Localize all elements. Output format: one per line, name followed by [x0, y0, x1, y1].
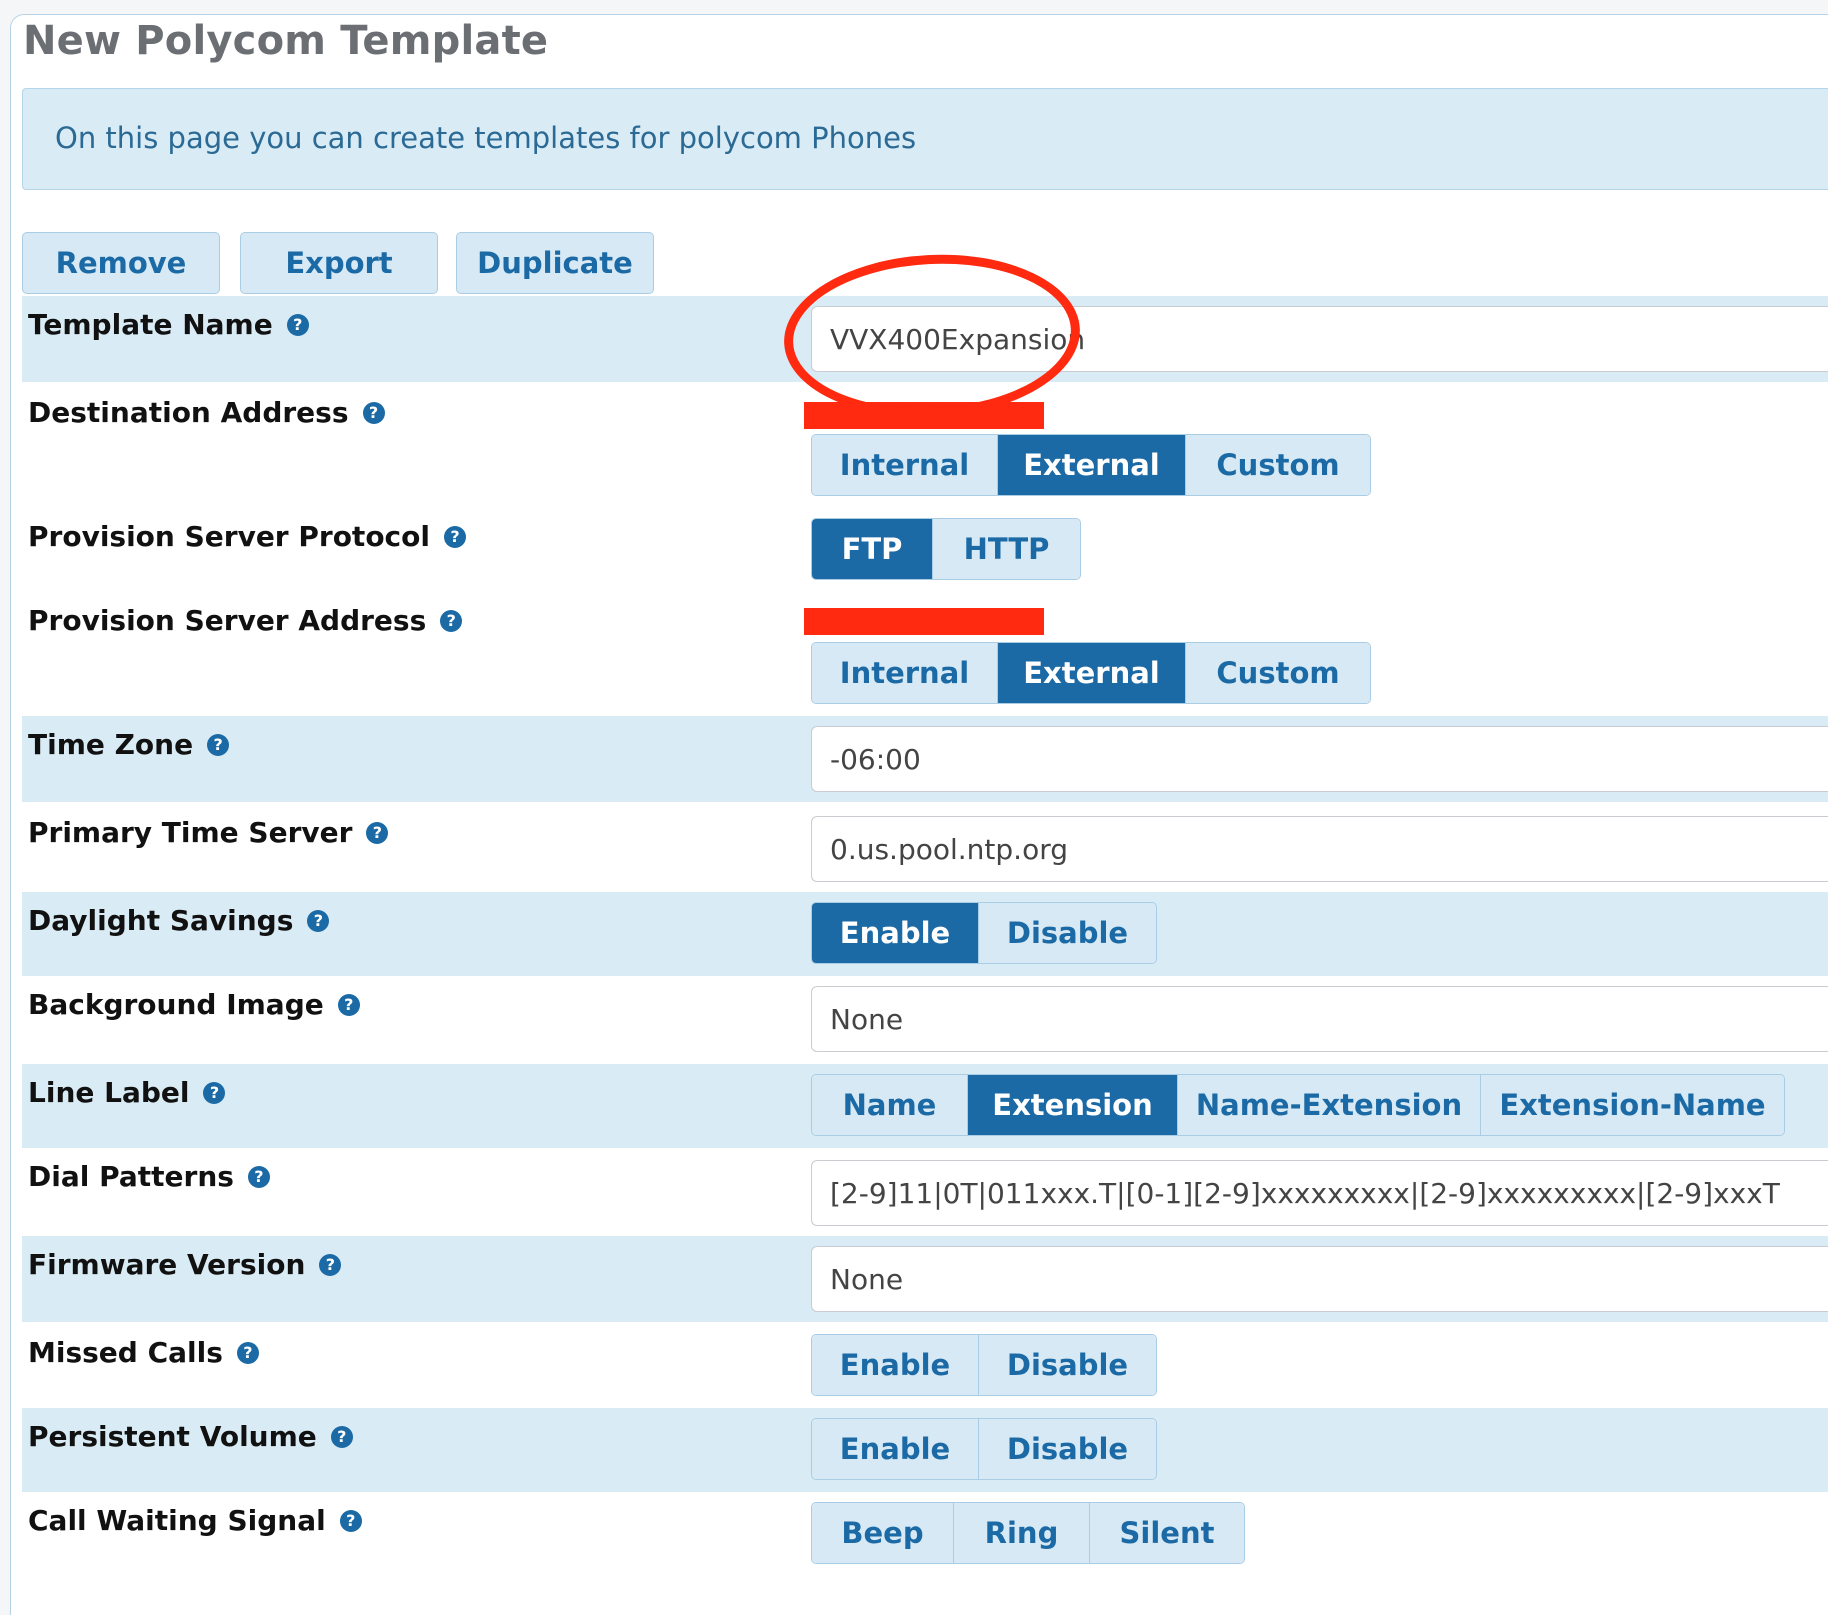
- help-icon[interactable]: ?: [286, 313, 309, 336]
- daylight-disable-option[interactable]: Disable: [979, 903, 1156, 963]
- protocol-ftp-option[interactable]: FTP: [812, 519, 933, 579]
- background-image-label: Background Image ?: [28, 988, 360, 1021]
- provision-address-toggle: Internal External Custom: [811, 642, 1371, 704]
- help-icon[interactable]: ?: [339, 1509, 362, 1532]
- call-waiting-signal-toggle: Beep Ring Silent: [811, 1502, 1245, 1564]
- page-title: New Polycom Template: [23, 18, 549, 64]
- missed-calls-label: Missed Calls ?: [28, 1336, 259, 1369]
- protocol-http-option[interactable]: HTTP: [933, 519, 1080, 579]
- primary-time-server-input[interactable]: 0.us.pool.ntp.org: [811, 816, 1828, 882]
- template-name-label: Template Name ?: [28, 308, 309, 341]
- primary-time-server-label: Primary Time Server ?: [28, 816, 389, 849]
- dial-patterns-label: Dial Patterns ?: [28, 1160, 270, 1193]
- help-icon[interactable]: ?: [362, 401, 385, 424]
- provision-protocol-toggle: FTP HTTP: [811, 518, 1081, 580]
- line-label-name-option[interactable]: Name: [812, 1075, 968, 1135]
- help-icon[interactable]: ?: [366, 821, 389, 844]
- help-icon[interactable]: ?: [330, 1425, 353, 1448]
- call-waiting-signal-label: Call Waiting Signal ?: [28, 1504, 362, 1537]
- missed-calls-enable-option[interactable]: Enable: [812, 1335, 979, 1395]
- help-icon[interactable]: ?: [307, 909, 330, 932]
- redaction-mark: [804, 608, 1044, 635]
- duplicate-button[interactable]: Duplicate: [456, 232, 654, 294]
- call-waiting-beep-option[interactable]: Beep: [812, 1503, 954, 1563]
- background-image-select[interactable]: None: [811, 986, 1828, 1052]
- provision-external-option[interactable]: External: [998, 643, 1186, 703]
- line-label-extension-name-option[interactable]: Extension-Name: [1481, 1075, 1784, 1135]
- dial-patterns-input[interactable]: [2-9]11|0T|011xxx.T|[0-1][2-9]xxxxxxxxx|…: [811, 1160, 1828, 1226]
- help-icon[interactable]: ?: [247, 1165, 270, 1188]
- help-icon[interactable]: ?: [207, 733, 230, 756]
- line-label-label: Line Label ?: [28, 1076, 226, 1109]
- time-zone-select[interactable]: -06:00: [811, 726, 1828, 792]
- destination-internal-option[interactable]: Internal: [812, 435, 998, 495]
- provision-server-protocol-label: Provision Server Protocol ?: [28, 520, 466, 553]
- persistent-volume-label: Persistent Volume ?: [28, 1420, 353, 1453]
- help-icon[interactable]: ?: [337, 993, 360, 1016]
- persistent-volume-enable-option[interactable]: Enable: [812, 1419, 979, 1479]
- help-icon[interactable]: ?: [443, 525, 466, 548]
- persistent-volume-toggle: Enable Disable: [811, 1418, 1157, 1480]
- call-waiting-ring-option[interactable]: Ring: [954, 1503, 1090, 1563]
- help-icon[interactable]: ?: [236, 1341, 259, 1364]
- daylight-savings-label: Daylight Savings ?: [28, 904, 330, 937]
- missed-calls-disable-option[interactable]: Disable: [979, 1335, 1156, 1395]
- destination-address-toggle: Internal External Custom: [811, 434, 1371, 496]
- provision-custom-option[interactable]: Custom: [1186, 643, 1370, 703]
- destination-custom-option[interactable]: Custom: [1186, 435, 1370, 495]
- info-text: On this page you can create templates fo…: [55, 121, 917, 155]
- help-icon[interactable]: ?: [319, 1253, 342, 1276]
- destination-address-label: Destination Address ?: [28, 396, 385, 429]
- daylight-enable-option[interactable]: Enable: [812, 903, 979, 963]
- info-alert: On this page you can create templates fo…: [22, 88, 1828, 190]
- remove-button[interactable]: Remove: [22, 232, 220, 294]
- firmware-version-select[interactable]: None: [811, 1246, 1828, 1312]
- time-zone-label: Time Zone ?: [28, 728, 230, 761]
- provision-server-address-label: Provision Server Address ?: [28, 604, 463, 637]
- line-label-extension-option[interactable]: Extension: [968, 1075, 1178, 1135]
- help-icon[interactable]: ?: [440, 609, 463, 632]
- provision-internal-option[interactable]: Internal: [812, 643, 998, 703]
- persistent-volume-disable-option[interactable]: Disable: [979, 1419, 1156, 1479]
- line-label-toggle: Name Extension Name-Extension Extension-…: [811, 1074, 1785, 1136]
- destination-external-option[interactable]: External: [998, 435, 1186, 495]
- firmware-version-label: Firmware Version ?: [28, 1248, 342, 1281]
- export-button[interactable]: Export: [240, 232, 438, 294]
- missed-calls-toggle: Enable Disable: [811, 1334, 1157, 1396]
- help-icon[interactable]: ?: [203, 1081, 226, 1104]
- daylight-savings-toggle: Enable Disable: [811, 902, 1157, 964]
- call-waiting-silent-option[interactable]: Silent: [1090, 1503, 1244, 1563]
- line-label-name-extension-option[interactable]: Name-Extension: [1178, 1075, 1481, 1135]
